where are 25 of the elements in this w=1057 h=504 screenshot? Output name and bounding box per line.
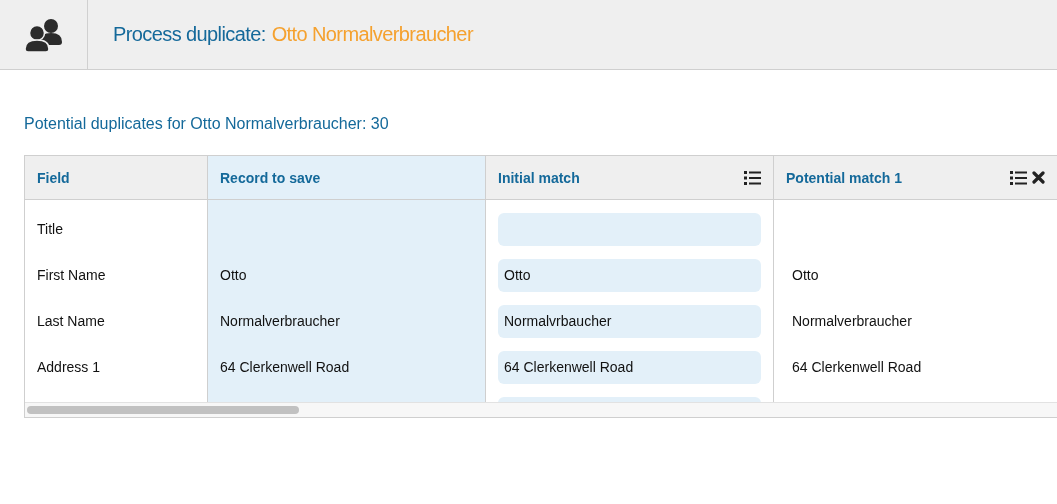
table-cell-text: Otto [791, 267, 819, 283]
match-value-box[interactable]: Normalvrbaucher [498, 304, 761, 338]
column-title: Initial match [498, 169, 580, 186]
column-title: Potential match 1 [786, 169, 902, 186]
table-cell: Normalverbraucher [220, 313, 340, 329]
page-title: Process duplicate: [113, 23, 266, 46]
match-value-box[interactable]: 64 Clerkenwell Road [498, 350, 761, 384]
close-icon[interactable] [1032, 171, 1045, 184]
field-label: First Name [37, 267, 106, 283]
list-icon[interactable] [744, 170, 761, 185]
table-cell: Otto [220, 267, 247, 283]
field-label: Title [37, 221, 63, 237]
table-cell-text: 64 Clerkenwell Road [791, 359, 922, 375]
people-icon [22, 17, 65, 52]
list-icon[interactable] [1010, 170, 1027, 185]
scrollbar-thumb[interactable] [27, 406, 299, 414]
match-value-box[interactable]: Otto [498, 258, 761, 292]
duplicates-count: Potential duplicates for Otto Normalverbraucher: 30 [24, 115, 390, 134]
table-cell: 64 Clerkenwell Road [220, 359, 350, 375]
column-title: Field [37, 169, 70, 186]
record-name: Otto Normalverbraucher [271, 23, 473, 46]
field-label: Address 1 [37, 359, 101, 375]
table-cell-text: Normalverbraucher [791, 313, 912, 329]
column-title: Record to save [220, 169, 321, 186]
field-label: Last Name [37, 313, 105, 329]
